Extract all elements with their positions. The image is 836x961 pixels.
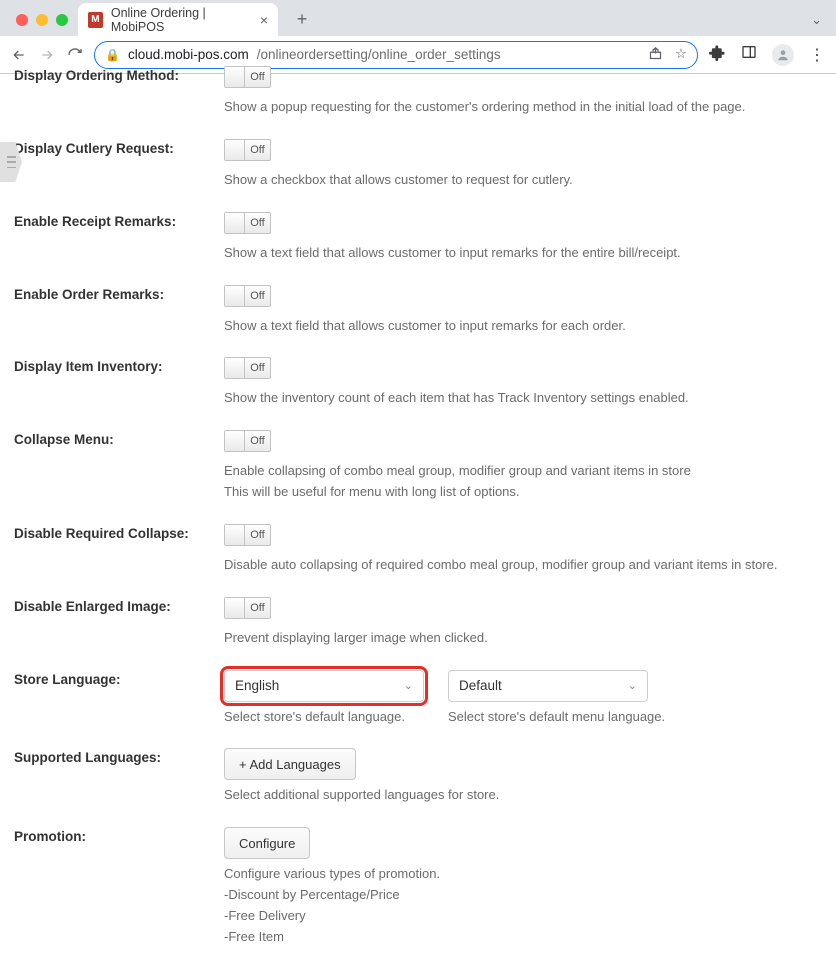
new-tab-button[interactable]: + (288, 5, 316, 33)
toggle-state: Off (245, 213, 270, 233)
setting-label-receipt_remarks: Enable Receipt Remarks: (14, 212, 224, 229)
window-controls[interactable] (8, 14, 78, 36)
promotion-desc: -Free Item (224, 928, 822, 947)
lock-icon: 🔒 (105, 48, 120, 62)
toggle-item_inventory[interactable]: Off (224, 357, 271, 379)
setting-desc-disable_enlarged: Prevent displaying larger image when cli… (224, 629, 822, 648)
tab-title: Online Ordering | MobiPOS (111, 6, 252, 34)
setting-label-promotion: Promotion: (14, 827, 224, 844)
menu-language-desc: Select store's default menu language. (448, 708, 665, 727)
setting-label-disable_collapse: Disable Required Collapse: (14, 524, 224, 541)
setting-desc-collapse_menu: This will be useful for menu with long l… (224, 483, 822, 502)
configure-promotion-button[interactable]: Configure (224, 827, 310, 859)
promotion-desc: -Discount by Percentage/Price (224, 886, 822, 905)
toggle-state: Off (245, 525, 270, 545)
toggle-state: Off (245, 140, 270, 160)
toggle-cutlery[interactable]: Off (224, 139, 271, 161)
promotion-desc: Configure various types of promotion. (224, 865, 822, 884)
setting-desc-receipt_remarks: Show a text field that allows customer t… (224, 244, 822, 263)
chevron-down-icon: ⌄ (404, 679, 413, 692)
toggle-state: Off (245, 358, 270, 378)
minimize-window-icon[interactable] (36, 14, 48, 26)
menu-language-select[interactable]: Default⌄ (448, 670, 648, 702)
promotion-desc: -Free Delivery (224, 907, 822, 926)
reload-button[interactable] (66, 46, 84, 64)
maximize-window-icon[interactable] (56, 14, 68, 26)
tabs-dropdown-icon[interactable]: ⌄ (811, 12, 822, 28)
share-icon[interactable] (648, 46, 663, 64)
toggle-state: Off (245, 286, 270, 306)
extensions-icon[interactable] (708, 44, 726, 66)
setting-desc-order_remarks: Show a text field that allows customer t… (224, 317, 822, 336)
setting-desc-cutlery: Show a checkbox that allows customer to … (224, 171, 822, 190)
close-window-icon[interactable] (16, 14, 28, 26)
toggle-disable_enlarged[interactable]: Off (224, 597, 271, 619)
url-host: cloud.mobi-pos.com (128, 47, 249, 62)
setting-desc-item_inventory: Show the inventory count of each item th… (224, 389, 822, 408)
store-language-desc: Select store's default language. (224, 708, 424, 727)
setting-label-order_remarks: Enable Order Remarks: (14, 285, 224, 302)
setting-desc-collapse_menu: Enable collapsing of combo meal group, m… (224, 462, 822, 481)
panel-icon[interactable] (740, 44, 758, 65)
address-bar[interactable]: 🔒 cloud.mobi-pos.com/onlineordersetting/… (94, 41, 698, 69)
browser-tab[interactable]: M Online Ordering | MobiPOS × (78, 3, 278, 36)
toggle-collapse_menu[interactable]: Off (224, 430, 271, 452)
toggle-state: Off (245, 67, 270, 87)
setting-label-language: Store Language: (14, 670, 224, 687)
store-language-select[interactable]: English⌄ (224, 670, 424, 702)
setting-desc-disable_collapse: Disable auto collapsing of required comb… (224, 556, 822, 575)
toggle-state: Off (245, 431, 270, 451)
toggle-receipt_remarks[interactable]: Off (224, 212, 271, 234)
back-button[interactable] (10, 46, 28, 64)
menu-icon[interactable]: ⋮ (808, 45, 826, 65)
setting-desc-ordering_method: Show a popup requesting for the customer… (224, 98, 822, 117)
favicon-icon: M (88, 12, 103, 28)
toggle-disable_collapse[interactable]: Off (224, 524, 271, 546)
toggle-ordering_method[interactable]: Off (224, 66, 271, 88)
star-icon[interactable]: ☆ (675, 46, 687, 64)
profile-avatar[interactable] (772, 44, 794, 66)
supported-desc: Select additional supported languages fo… (224, 786, 822, 805)
toggle-order_remarks[interactable]: Off (224, 285, 271, 307)
add-languages-button[interactable]: + Add Languages (224, 748, 356, 780)
setting-label-item_inventory: Display Item Inventory: (14, 357, 224, 374)
setting-label-cutlery: Display Cutlery Request: (14, 139, 224, 156)
url-path: /onlineordersetting/online_order_setting… (257, 47, 501, 62)
close-tab-icon[interactable]: × (260, 12, 268, 28)
setting-label-disable_enlarged: Disable Enlarged Image: (14, 597, 224, 614)
setting-label-ordering_method: Display Ordering Method: (14, 66, 224, 83)
setting-label-collapse_menu: Collapse Menu: (14, 430, 224, 447)
forward-button (38, 46, 56, 64)
toggle-state: Off (245, 598, 270, 618)
chevron-down-icon: ⌄ (628, 679, 637, 692)
